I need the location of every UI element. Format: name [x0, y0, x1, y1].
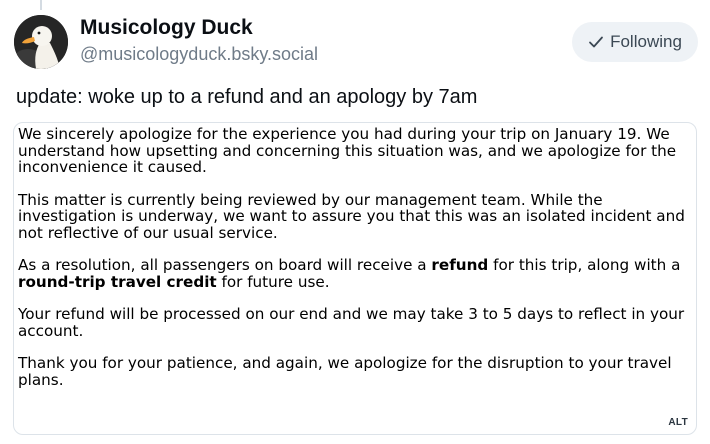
post-text: update: woke up to a refund and an apolo… — [16, 86, 478, 108]
letter-paragraph: We sincerely apologize for the experienc… — [18, 125, 677, 176]
letter-text: for future use. — [216, 272, 330, 291]
letter-paragraph: As a resolution, all passengers on board… — [18, 257, 694, 290]
duck-avatar-icon — [14, 15, 68, 69]
thread-line — [40, 0, 42, 10]
letter-text: As a resolution, all passengers on board… — [18, 256, 432, 274]
image-attachment[interactable]: We sincerely apologize for the experienc… — [13, 122, 697, 435]
apology-letter-text: We sincerely apologize for the experienc… — [18, 126, 694, 404]
letter-text: for this trip, along with a — [488, 256, 681, 274]
avatar[interactable] — [14, 15, 68, 69]
following-button[interactable]: Following — [572, 22, 698, 62]
letter-paragraph: Your refund will be processed on our end… — [18, 305, 685, 340]
check-icon — [589, 36, 603, 48]
letter-paragraph: This matter is currently being reviewed … — [18, 190, 685, 242]
alt-badge[interactable]: ALT — [668, 417, 688, 428]
author-name[interactable]: Musicology Duck — [80, 16, 253, 40]
following-label: Following — [610, 32, 682, 51]
refund-emphasis: refund — [431, 256, 489, 274]
travel-credit-emphasis: round-trip travel credit — [18, 272, 217, 291]
letter-paragraph: Thank you for your patience, and again, … — [18, 354, 672, 389]
author-handle[interactable]: @musicologyduck.bsky.social — [80, 44, 318, 65]
